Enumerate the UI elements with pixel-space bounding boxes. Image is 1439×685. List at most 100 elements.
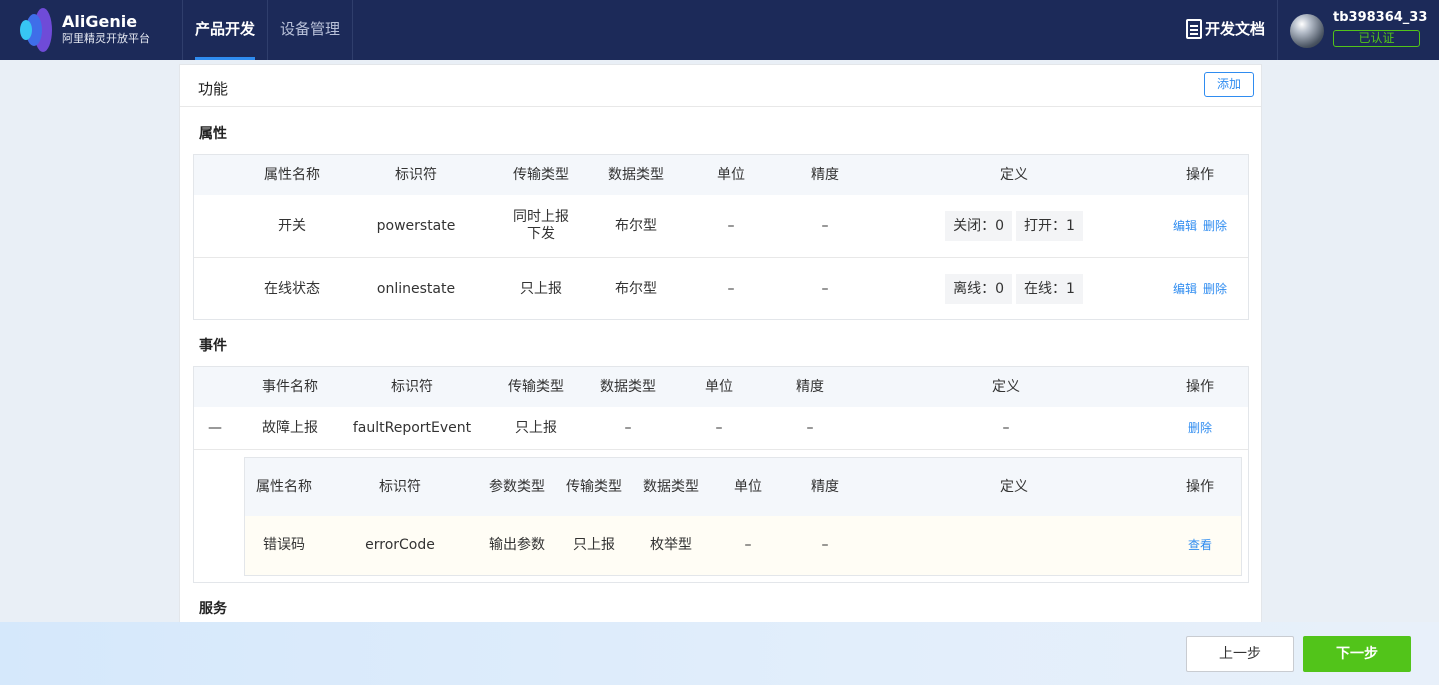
col-header-unit: 单位 bbox=[717, 166, 745, 183]
event-identifier: faultReportEvent bbox=[352, 419, 472, 436]
col-header-definition: 定义 bbox=[1000, 166, 1028, 183]
brand-subtitle: 阿里精灵开放平台 bbox=[62, 32, 150, 45]
function-card: 功能 添加 属性 属性名称 标识符 传输类型 数据类型 单位 精度 定义 操作 … bbox=[179, 64, 1262, 664]
event-params-header: 属性名称 标识符 参数类型 传输类型 数据类型 单位 精度 定义 操作 bbox=[245, 458, 1241, 516]
col-header-event-name: 事件名称 bbox=[262, 378, 318, 395]
events-table-header: 事件名称 标识符 传输类型 数据类型 单位 精度 定义 操作 bbox=[194, 367, 1248, 407]
property-identifier: powerstate bbox=[376, 217, 456, 234]
param-unit: – bbox=[744, 537, 752, 553]
events-table: 事件名称 标识符 传输类型 数据类型 单位 精度 定义 操作 — 故障上报 fa… bbox=[193, 366, 1249, 583]
verified-badge: 已认证 bbox=[1333, 30, 1420, 47]
developer-docs-link[interactable]: 开发文档 bbox=[1186, 18, 1265, 39]
param-transfer-type: 只上报 bbox=[573, 537, 615, 553]
definition-chip: 在线：1 bbox=[1016, 274, 1083, 304]
table-row: 在线状态 onlinestate 只上报 布尔型 – – 离线：0 在线：1 编… bbox=[194, 258, 1248, 320]
delete-link[interactable]: 删除 bbox=[1203, 281, 1227, 298]
table-row: 开关 powerstate 同时上报下发 布尔型 – – 关闭：0 打开：1 编… bbox=[194, 195, 1248, 257]
collapse-toggle[interactable]: — bbox=[200, 407, 230, 449]
footer-action-bar: 上一步 下一步 bbox=[0, 622, 1439, 685]
top-navigation-bar: AliGenie 阿里精灵开放平台 产品开发 设备管理 开发文档 tb39836… bbox=[0, 0, 1439, 60]
brand-name: AliGenie bbox=[62, 12, 138, 31]
property-actions: 编辑 删除 bbox=[1160, 258, 1240, 320]
param-data-type: 枚举型 bbox=[650, 537, 692, 553]
aligenie-logo-icon bbox=[16, 8, 56, 52]
col-header-property-name: 属性名称 bbox=[264, 166, 320, 183]
param-actions: 查看 bbox=[1160, 516, 1240, 575]
definition-chip: 打开：1 bbox=[1016, 211, 1083, 241]
document-icon bbox=[1186, 18, 1202, 39]
event-definition: – bbox=[1002, 419, 1010, 436]
event-unit: – bbox=[715, 419, 723, 436]
logo[interactable]: AliGenie 阿里精灵开放平台 bbox=[0, 0, 183, 60]
col-header-param-type: 参数类型 bbox=[489, 478, 545, 495]
event-transfer-type: 只上报 bbox=[515, 419, 557, 436]
property-data-type: 布尔型 bbox=[615, 280, 657, 297]
definition-chip: 关闭：0 bbox=[945, 211, 1012, 241]
property-precision: – bbox=[821, 217, 829, 234]
property-precision: – bbox=[821, 280, 829, 297]
edit-link[interactable]: 编辑 bbox=[1173, 281, 1197, 298]
col-header-transfer-type: 传输类型 bbox=[508, 378, 564, 395]
col-header-identifier: 标识符 bbox=[395, 166, 437, 183]
next-step-button[interactable]: 下一步 bbox=[1303, 636, 1411, 672]
param-precision: – bbox=[821, 537, 829, 553]
previous-step-button[interactable]: 上一步 bbox=[1186, 636, 1294, 672]
col-header-actions: 操作 bbox=[1186, 166, 1214, 183]
property-definition: 离线：0 在线：1 bbox=[914, 258, 1114, 320]
col-header-property-name: 属性名称 bbox=[256, 478, 312, 495]
username[interactable]: tb398364_33 bbox=[1333, 10, 1427, 25]
col-header-actions: 操作 bbox=[1186, 478, 1214, 495]
param-type: 输出参数 bbox=[489, 537, 545, 553]
col-header-actions: 操作 bbox=[1186, 378, 1214, 395]
property-identifier: onlinestate bbox=[376, 280, 456, 297]
event-actions: 删除 bbox=[1160, 407, 1240, 449]
edit-link[interactable]: 编辑 bbox=[1173, 218, 1197, 235]
row-divider bbox=[194, 449, 1248, 450]
property-data-type: 布尔型 bbox=[615, 217, 657, 234]
col-header-precision: 精度 bbox=[811, 166, 839, 183]
view-link[interactable]: 查看 bbox=[1188, 537, 1212, 554]
properties-table-header: 属性名称 标识符 传输类型 数据类型 单位 精度 定义 操作 bbox=[194, 155, 1248, 195]
col-header-precision: 精度 bbox=[796, 378, 824, 395]
card-header: 功能 添加 bbox=[180, 65, 1261, 107]
main-nav: 产品开发 设备管理 bbox=[183, 0, 354, 60]
definition-chip: 离线：0 bbox=[945, 274, 1012, 304]
col-header-precision: 精度 bbox=[811, 478, 839, 495]
param-definition bbox=[934, 516, 1094, 575]
services-section-title: 服务 bbox=[199, 601, 227, 617]
nav-product-development[interactable]: 产品开发 bbox=[183, 0, 269, 60]
col-header-transfer-type: 传输类型 bbox=[513, 166, 569, 183]
param-identifier: errorCode bbox=[365, 537, 435, 553]
col-header-identifier: 标识符 bbox=[391, 378, 433, 395]
property-name: 开关 bbox=[278, 217, 306, 234]
developer-docs-label: 开发文档 bbox=[1205, 20, 1266, 38]
user-divider bbox=[1277, 0, 1278, 60]
property-transfer-type: 只上报 bbox=[520, 280, 562, 297]
events-section-title: 事件 bbox=[199, 338, 227, 354]
col-header-unit: 单位 bbox=[705, 378, 733, 395]
delete-link[interactable]: 删除 bbox=[1188, 420, 1212, 437]
table-row: — 故障上报 faultReportEvent 只上报 – – – – 删除 bbox=[194, 407, 1248, 449]
nav-device-management[interactable]: 设备管理 bbox=[268, 0, 354, 60]
event-precision: – bbox=[806, 419, 814, 436]
delete-link[interactable]: 删除 bbox=[1203, 218, 1227, 235]
property-definition: 关闭：0 打开：1 bbox=[914, 195, 1114, 257]
col-header-data-type: 数据类型 bbox=[608, 166, 664, 183]
table-row: 错误码 errorCode 输出参数 只上报 枚举型 – – 查看 bbox=[245, 516, 1241, 575]
event-data-type: – bbox=[624, 419, 632, 436]
avatar[interactable] bbox=[1290, 14, 1324, 48]
add-button[interactable]: 添加 bbox=[1204, 72, 1254, 97]
property-transfer-type: 同时上报下发 bbox=[513, 209, 569, 242]
col-header-unit: 单位 bbox=[734, 478, 762, 495]
property-unit: – bbox=[727, 217, 735, 234]
card-title: 功能 bbox=[198, 80, 229, 98]
property-unit: – bbox=[727, 280, 735, 297]
property-name: 在线状态 bbox=[264, 280, 320, 297]
property-actions: 编辑 删除 bbox=[1160, 195, 1240, 257]
col-header-transfer-type: 传输类型 bbox=[566, 478, 622, 495]
col-header-data-type: 数据类型 bbox=[600, 378, 656, 395]
col-header-definition: 定义 bbox=[1000, 478, 1028, 495]
col-header-definition: 定义 bbox=[992, 378, 1020, 395]
properties-section-title: 属性 bbox=[199, 126, 227, 142]
event-params-table: 属性名称 标识符 参数类型 传输类型 数据类型 单位 精度 定义 操作 错误码 … bbox=[244, 457, 1242, 576]
